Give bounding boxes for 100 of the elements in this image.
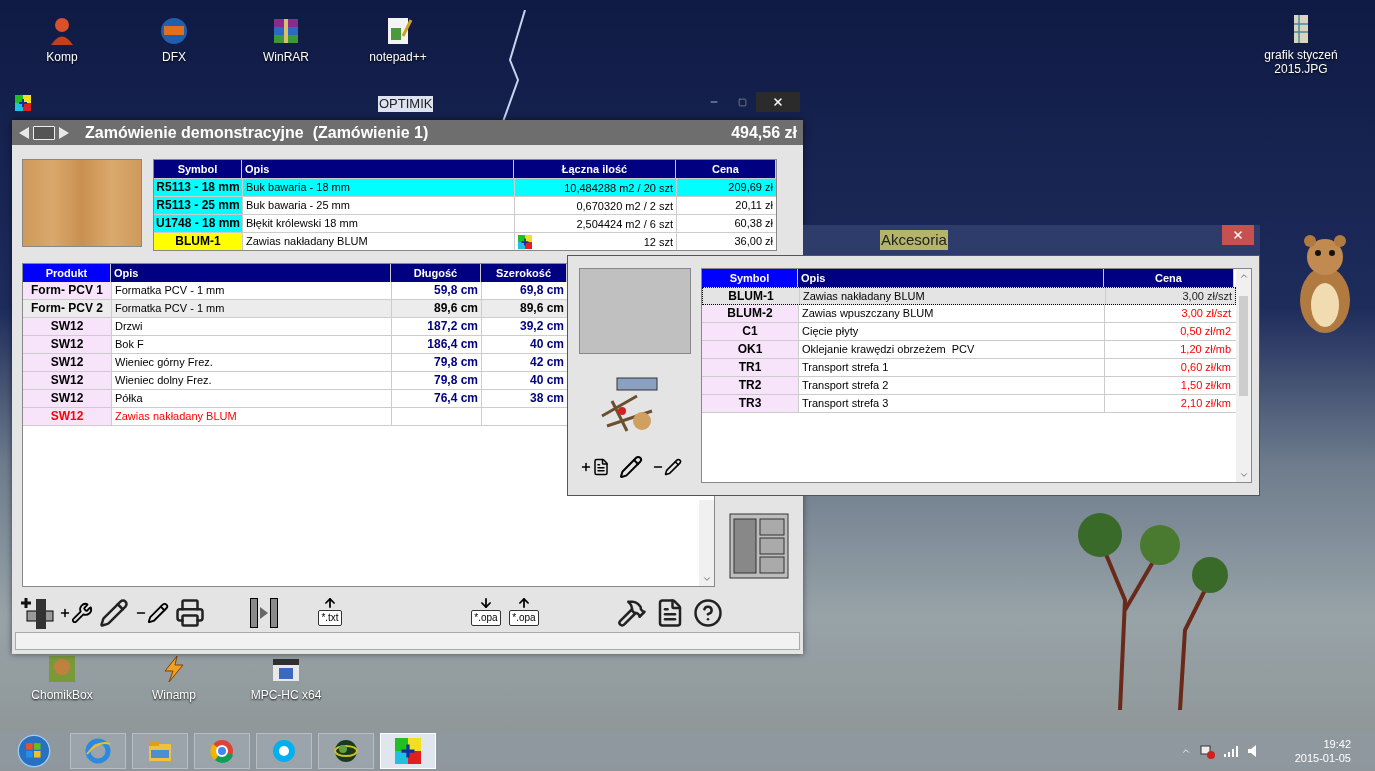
table-row[interactable]: TR3 Transport strefa 3 2,10 zł/km bbox=[702, 395, 1236, 413]
back-arrow-icon bbox=[19, 126, 29, 139]
table-row[interactable]: SW12 Wieniec dolny Frez. 79,8 cm 40 cm bbox=[23, 372, 567, 391]
speaker-icon[interactable] bbox=[1246, 744, 1259, 758]
close-button[interactable] bbox=[756, 92, 800, 112]
printer-icon bbox=[175, 597, 205, 628]
add-board-button[interactable] bbox=[20, 595, 56, 630]
table-cell-text: 0,670320 m2 / 2 szt bbox=[576, 198, 673, 214]
table-cell: 89,6 cm bbox=[433, 301, 478, 316]
table-cell: 39,2 cm bbox=[519, 319, 564, 334]
window-title: Zamówienie demonstracyjne (Zamówienie 1) bbox=[85, 122, 429, 143]
table-cell: 0,60 zł/km bbox=[1104, 359, 1234, 376]
plus-icon bbox=[580, 461, 592, 473]
table-row[interactable]: OK1 Oklejanie krawędzi obrzeżem PCV 1,20 zł/mb bbox=[702, 341, 1236, 359]
import-file-button[interactable]: *.opa bbox=[468, 595, 504, 630]
table-cell-text: 12 szt bbox=[643, 234, 673, 250]
table-cell: 76,4 cm bbox=[433, 391, 478, 406]
column-header[interactable]: Opis bbox=[798, 269, 1104, 287]
browser-icon bbox=[85, 738, 111, 764]
folder-button[interactable] bbox=[33, 125, 55, 140]
plus-board-icon bbox=[21, 596, 55, 629]
scrollbar[interactable] bbox=[1236, 269, 1251, 482]
table-row[interactable]: TR1 Transport strefa 1 0,60 zł/km bbox=[702, 359, 1236, 377]
table-row[interactable]: R5113 - 18 mm Buk bawaria - 18 mm 10,484288 m2 / 20 szt 209,69 zł bbox=[154, 178, 776, 197]
column-header[interactable]: Symbol bbox=[702, 269, 798, 287]
forward-button[interactable] bbox=[58, 125, 70, 140]
table-row[interactable]: BLUM-1 Zawias nakładany BLUM 3,00 zł/szt bbox=[702, 287, 1236, 305]
table-cell: 3,00 zł/szt bbox=[1105, 288, 1235, 304]
table-cell: SW12 bbox=[23, 354, 111, 372]
table-row[interactable]: BLUM-1 Zawias nakładany BLUM 12 szt 36,00 zł bbox=[154, 232, 776, 251]
network-icon[interactable] bbox=[1198, 743, 1215, 759]
table-cell: Zawias wpuszczany BLUM bbox=[798, 305, 1104, 322]
table-cell: BLUM-1 bbox=[154, 233, 242, 251]
table-row[interactable]: Form- PCV 1 Formatka PCV - 1 mm 59,8 cm 69,8 cm bbox=[23, 282, 567, 301]
taskbar-button[interactable] bbox=[318, 733, 374, 769]
forward-arrow-icon bbox=[59, 126, 69, 139]
table-cell: TR2 bbox=[702, 377, 798, 394]
column-header[interactable]: Opis bbox=[242, 160, 514, 179]
table-cell: TR3 bbox=[702, 395, 798, 412]
column-header[interactable]: Produkt bbox=[23, 264, 111, 283]
export-file-button[interactable]: *.opa bbox=[506, 595, 542, 630]
table-row[interactable]: TR2 Transport strefa 2 1,50 zł/km bbox=[702, 377, 1236, 395]
plus-icon bbox=[59, 606, 71, 619]
table-row[interactable]: SW12 Bok F 186,4 cm 40 cm bbox=[23, 336, 567, 355]
start-orb-icon bbox=[17, 734, 51, 768]
arrow-down-icon bbox=[479, 595, 493, 610]
table-row[interactable]: SW12 Półka 76,4 cm 38 cm bbox=[23, 390, 567, 409]
desktop-icon-label[interactable]: WinRAR bbox=[263, 50, 309, 64]
table-cell-text: 10,484288 m2 / 20 szt bbox=[564, 180, 673, 196]
table-cell: Transport strefa 1 bbox=[798, 359, 1104, 376]
table-cell: 40 cm bbox=[529, 373, 564, 388]
table-cell: Formatka PCV - 1 mm bbox=[111, 282, 391, 300]
column-header[interactable]: Symbol bbox=[154, 160, 242, 179]
table-cell: Form- PCV 1 bbox=[23, 282, 111, 300]
column-header[interactable]: Cena bbox=[676, 160, 776, 179]
table-cell: Zawias nakładany BLUM bbox=[799, 288, 1105, 304]
disc-icon bbox=[159, 16, 189, 46]
table-cell: 42 cm bbox=[529, 355, 564, 370]
column-header[interactable]: Opis bbox=[111, 264, 391, 283]
table-cell: BLUM-2 bbox=[702, 305, 798, 322]
table-cell: Zawias nakładany BLUM bbox=[111, 408, 391, 426]
export-file-button[interactable]: *.txt bbox=[312, 595, 348, 630]
desktop-icon-label[interactable]: Komp bbox=[46, 50, 78, 64]
table-cell: Drzwi bbox=[111, 318, 391, 336]
table-row[interactable]: SW12 Drzwi 187,2 cm 39,2 cm bbox=[23, 318, 567, 337]
table-cell: 69,8 cm bbox=[519, 283, 564, 298]
close-icon bbox=[1232, 229, 1244, 241]
table-cell: SW12 bbox=[23, 336, 111, 354]
scroll-down-icon bbox=[1238, 470, 1249, 480]
column-header[interactable]: Cena bbox=[1104, 269, 1234, 287]
table-row[interactable]: BLUM-2 Zawias wpuszczany BLUM 3,00 zł/szt bbox=[702, 305, 1236, 323]
scrollbar[interactable] bbox=[699, 500, 714, 587]
table-row[interactable]: C1 Cięcie płyty 0,50 zł/m2 bbox=[702, 323, 1236, 341]
desktop-icon-label[interactable]: DFX bbox=[162, 50, 186, 64]
back-button[interactable] bbox=[18, 125, 30, 140]
document-icon bbox=[592, 458, 610, 476]
order-total: 494,56 zł bbox=[731, 122, 797, 143]
table-row[interactable]: SW12 Wieniec górny Frez. 79,8 cm 42 cm bbox=[23, 354, 567, 373]
close-button[interactable] bbox=[1222, 225, 1254, 245]
column-header[interactable]: Szerokość bbox=[481, 264, 567, 283]
table-cell: 186,4 cm bbox=[427, 337, 478, 352]
column-header[interactable]: Łączna ilość bbox=[514, 160, 676, 179]
table-row[interactable]: U1748 - 18 mm Błękit królewski 18 mm 2,504424 m2 / 6 szt 60,38 zł bbox=[154, 214, 776, 233]
column-header[interactable]: Długość bbox=[391, 264, 481, 283]
table-cell: Cięcie płyty bbox=[798, 323, 1104, 340]
desktop-icon-label[interactable]: grafik styczeń 2015.JPG bbox=[1253, 48, 1349, 76]
table-cell: 79,8 cm bbox=[433, 373, 478, 388]
pencil-icon bbox=[619, 455, 643, 479]
signal-icon[interactable] bbox=[1222, 745, 1239, 757]
desktop-icon-label[interactable]: OPTIMIK bbox=[378, 96, 434, 112]
table-row[interactable]: SW12 Zawias nakładany BLUM bbox=[23, 408, 567, 427]
table-cell: U1748 - 18 mm bbox=[154, 215, 242, 233]
table-cell: TR1 bbox=[702, 359, 798, 376]
grid-app-icon bbox=[395, 738, 421, 764]
table-cell: 3,00 zł/szt bbox=[1104, 305, 1234, 322]
pencil-icon bbox=[99, 597, 129, 628]
desktop-icon-label[interactable]: notepad++ bbox=[369, 50, 427, 64]
table-row[interactable]: R5113 - 25 mm Buk bawaria - 25 mm 0,670320 m2 / 2 szt 20,11 zł bbox=[154, 196, 776, 215]
table-row[interactable]: Form- PCV 2 Formatka PCV - 1 mm 89,6 cm 89,6 cm bbox=[23, 300, 567, 319]
table-cell: SW12 bbox=[23, 408, 111, 426]
